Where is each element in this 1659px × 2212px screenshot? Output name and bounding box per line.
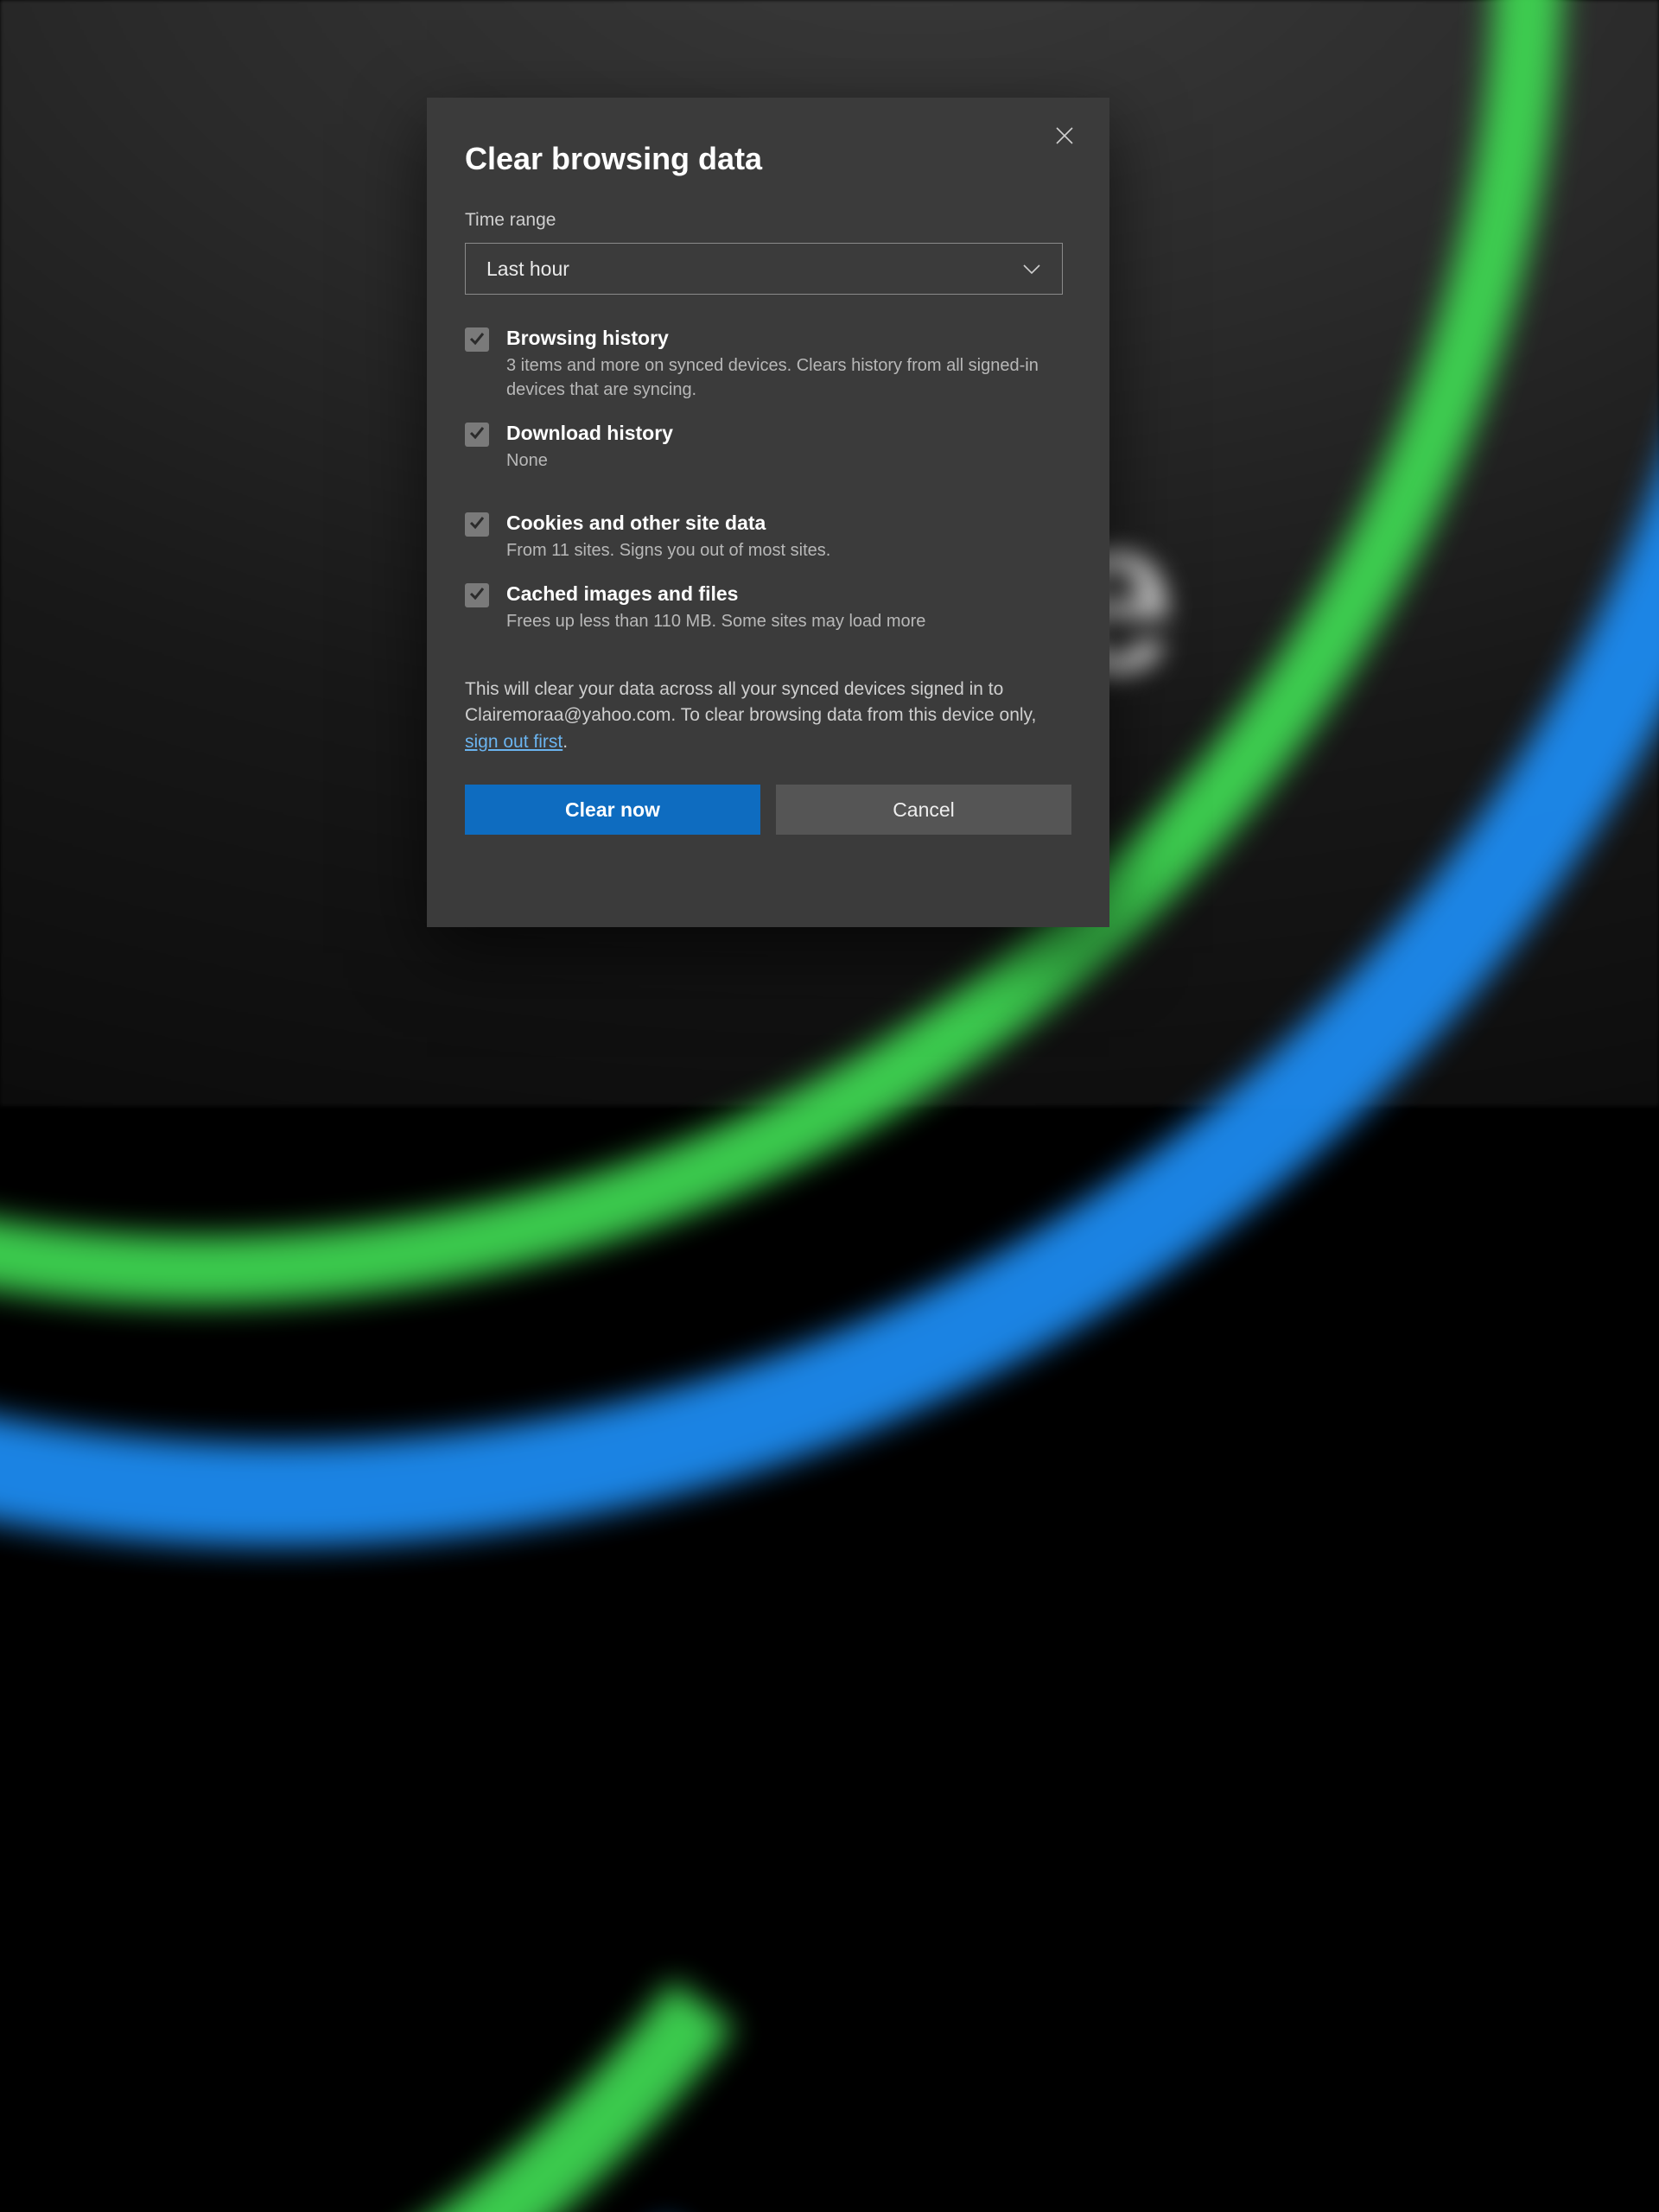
dialog-buttons: Clear now Cancel: [465, 785, 1071, 835]
checkbox-cache[interactable]: [465, 583, 489, 607]
item-desc: 3 items and more on synced devices. Clea…: [506, 353, 1046, 402]
item-desc: None: [506, 448, 1046, 473]
item-title: Download history: [506, 421, 1046, 447]
list-item: Cookies and other site data From 11 site…: [465, 511, 1071, 563]
checkbox-browsing-history[interactable]: [465, 327, 489, 352]
check-icon: [468, 584, 486, 606]
clear-browsing-data-dialog: Clear browsing data Time range Last hour…: [427, 98, 1109, 927]
time-range-value: Last hour: [486, 257, 569, 281]
sync-warning-suffix: .: [563, 732, 568, 752]
close-icon: [1055, 126, 1074, 149]
item-title: Cookies and other site data: [506, 511, 1046, 537]
time-range-label: Time range: [465, 210, 1071, 231]
close-button[interactable]: [1049, 122, 1080, 153]
item-title: Cached images and files: [506, 582, 1046, 607]
check-icon: [468, 513, 486, 535]
item-desc: From 11 sites. Signs you out of most sit…: [506, 538, 1046, 563]
cancel-button[interactable]: Cancel: [776, 785, 1071, 835]
time-range-select[interactable]: Last hour: [465, 243, 1063, 295]
dialog-title: Clear browsing data: [465, 141, 1071, 177]
check-icon: [468, 423, 486, 445]
check-icon: [468, 329, 486, 351]
item-title: Browsing history: [506, 326, 1046, 352]
sign-out-link[interactable]: sign out first: [465, 732, 563, 752]
sync-warning: This will clear your data across all you…: [465, 677, 1071, 755]
item-desc: Frees up less than 110 MB. Some sites ma…: [506, 609, 1046, 633]
list-item: Download history None: [465, 421, 1071, 473]
checkbox-download-history[interactable]: [465, 423, 489, 447]
list-item: Browsing history 3 items and more on syn…: [465, 326, 1071, 402]
chevron-down-icon: [1022, 257, 1041, 281]
clear-now-button[interactable]: Clear now: [465, 785, 760, 835]
data-types-list: Browsing history 3 items and more on syn…: [465, 326, 1071, 671]
sync-warning-text: This will clear your data across all you…: [465, 679, 1036, 725]
list-item: Cached images and files Frees up less th…: [465, 582, 1071, 633]
checkbox-cookies[interactable]: [465, 512, 489, 537]
